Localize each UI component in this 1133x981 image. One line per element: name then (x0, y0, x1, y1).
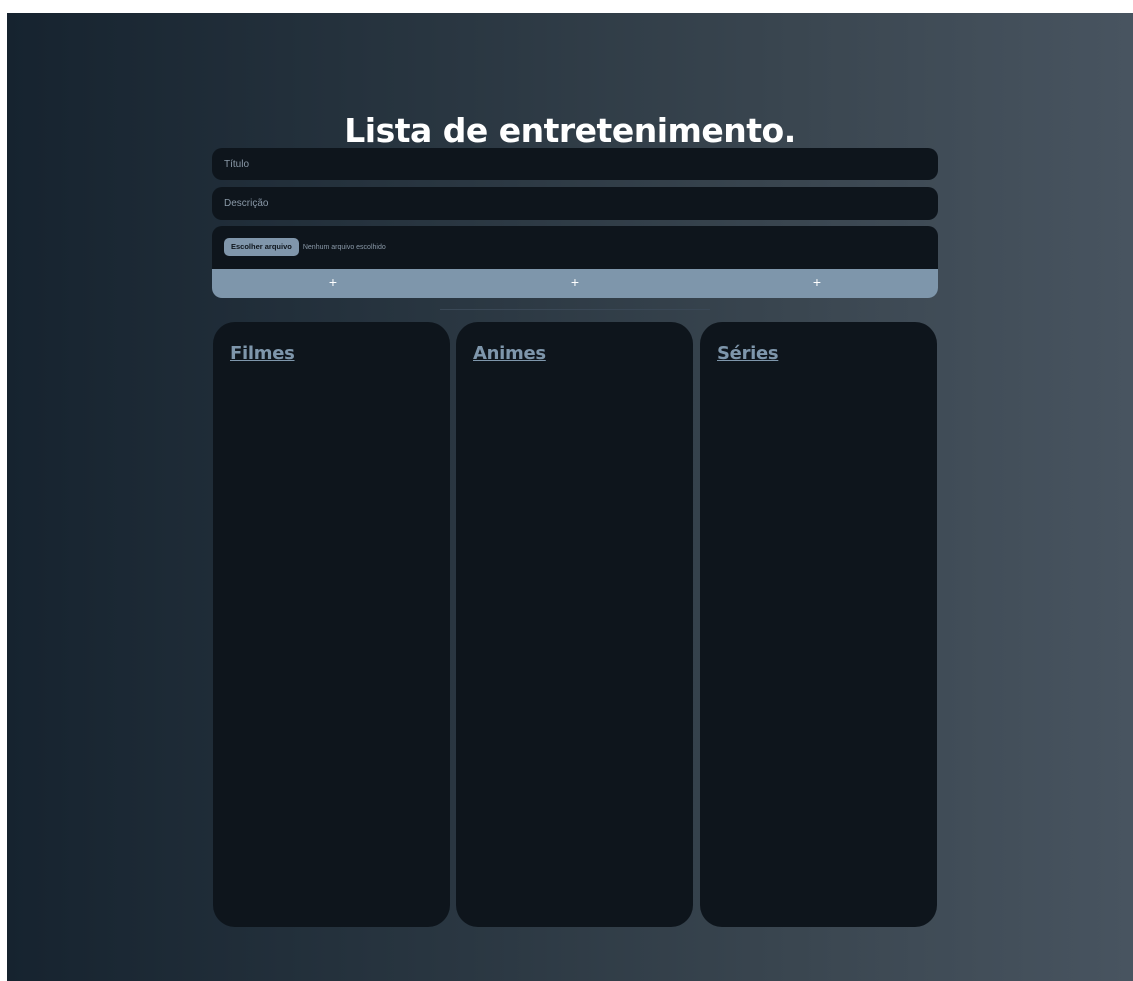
animes-column: Animes (456, 322, 693, 927)
choose-file-button[interactable]: Escolher arquivo (224, 238, 299, 256)
add-buttons-row: + + + (212, 269, 938, 298)
file-upload-panel: Escolher arquivo Nenhum arquivo escolhid… (212, 226, 938, 298)
series-heading[interactable]: Séries (717, 343, 779, 364)
file-input[interactable]: Escolher arquivo Nenhum arquivo escolhid… (224, 237, 386, 257)
description-input-placeholder: Descrição (224, 198, 269, 209)
series-column: Séries (700, 322, 937, 927)
file-status-text: Nenhum arquivo escolhido (302, 243, 386, 251)
add-anime-button[interactable]: + (454, 269, 696, 298)
page-title: Lista de entretenimento. (344, 111, 796, 151)
title-input-placeholder: Título (224, 158, 250, 170)
title-input[interactable]: Título (212, 148, 938, 180)
page-background: Lista de entretenimento. Título Descriçã… (7, 13, 1133, 981)
filmes-heading[interactable]: Filmes (230, 343, 295, 364)
divider (440, 309, 710, 310)
description-input[interactable]: Descrição (212, 187, 938, 220)
add-filme-button[interactable]: + (212, 269, 454, 298)
animes-heading[interactable]: Animes (473, 343, 546, 364)
filmes-column: Filmes (213, 322, 450, 927)
add-serie-button[interactable]: + (696, 269, 938, 298)
